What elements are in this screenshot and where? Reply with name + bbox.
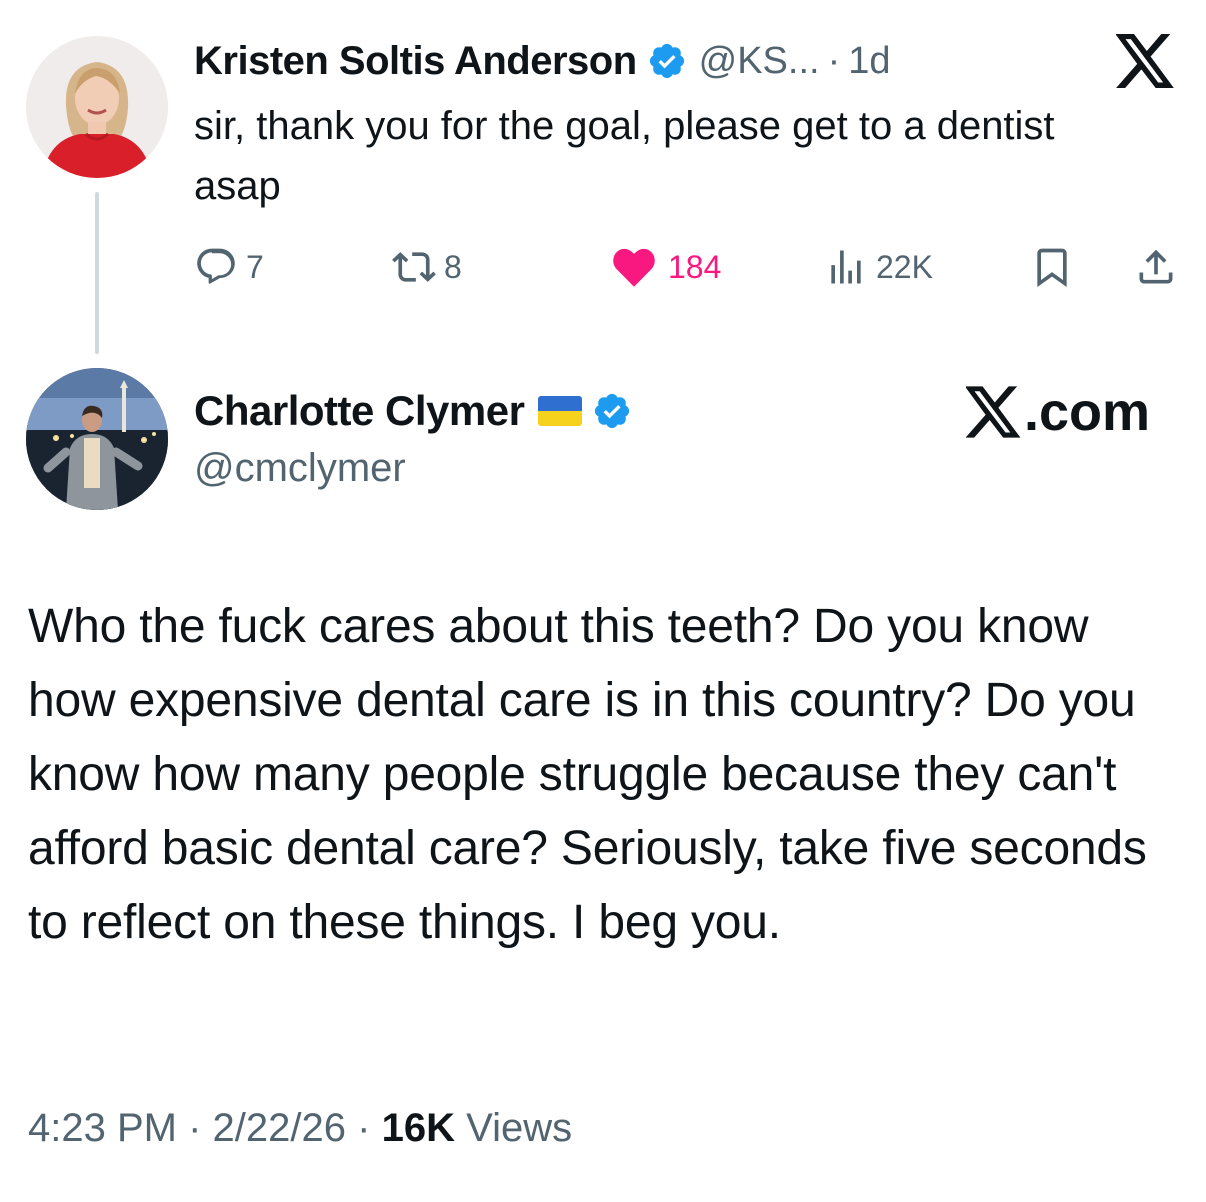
parent-tweet-text: sir, thank you for the goal, please get … xyxy=(194,104,1055,208)
retweet-count: 8 xyxy=(444,248,462,285)
charlotte-avatar-image xyxy=(26,368,168,510)
x-com-suffix: .com xyxy=(1024,382,1151,442)
separator-dot: · xyxy=(357,1106,371,1150)
like-count: 184 xyxy=(668,248,722,285)
parent-author-handle[interactable]: @KS... xyxy=(699,40,820,83)
reply-button[interactable]: 7 xyxy=(194,240,264,294)
kristen-avatar-image xyxy=(26,36,168,178)
bookmark-icon xyxy=(1037,248,1067,288)
tweet-time[interactable]: 4:23 PM xyxy=(28,1106,177,1150)
bookmark-button[interactable] xyxy=(1030,240,1074,294)
charlotte-avatar[interactable] xyxy=(26,368,168,510)
tweet-date[interactable]: 2/22/26 xyxy=(213,1106,346,1150)
share-icon xyxy=(1139,249,1173,284)
reply-icon xyxy=(197,248,235,284)
retweet-button[interactable]: 8 xyxy=(392,240,462,294)
kristen-avatar[interactable] xyxy=(26,36,168,178)
retweet-icon xyxy=(392,252,436,282)
parent-tweet-header: Kristen Soltis Anderson @KS... · 1d xyxy=(194,36,891,86)
views-chart-icon xyxy=(831,250,861,284)
x-com-brand: .com xyxy=(966,380,1150,444)
heart-filled-icon xyxy=(613,248,655,287)
x-logo-icon[interactable] xyxy=(1116,34,1176,88)
views-count: 22K xyxy=(876,248,933,285)
main-tweet-name-row: Charlotte Clymer xyxy=(194,384,632,438)
reply-count: 7 xyxy=(246,248,264,285)
ukraine-flag-icon xyxy=(538,396,583,426)
views-count-total: 16K xyxy=(381,1106,455,1150)
parent-time-ago[interactable]: 1d xyxy=(848,40,890,83)
main-author-name[interactable]: Charlotte Clymer xyxy=(194,387,525,435)
main-tweet-text: Who the fuck cares about this teeth? Do … xyxy=(28,600,1147,949)
verified-badge-icon xyxy=(647,41,687,81)
share-button[interactable] xyxy=(1134,240,1178,294)
thread-connector-line xyxy=(95,192,99,354)
separator-dot: · xyxy=(827,39,841,82)
like-button[interactable]: 184 xyxy=(608,240,721,294)
x-logo-icon xyxy=(966,386,1022,438)
views-button[interactable]: 22K xyxy=(824,240,933,294)
tweet-metadata: 4:23 PM · 2/22/26 · 16K Views xyxy=(28,1106,572,1151)
separator-dot: · xyxy=(188,1106,202,1150)
main-author-handle[interactable]: @cmclymer xyxy=(194,446,406,491)
parent-action-bar: 7 8 184 22K xyxy=(194,240,1184,294)
parent-author-name[interactable]: Kristen Soltis Anderson xyxy=(194,39,637,84)
views-label: Views xyxy=(466,1106,573,1150)
verified-badge-icon xyxy=(592,391,632,431)
